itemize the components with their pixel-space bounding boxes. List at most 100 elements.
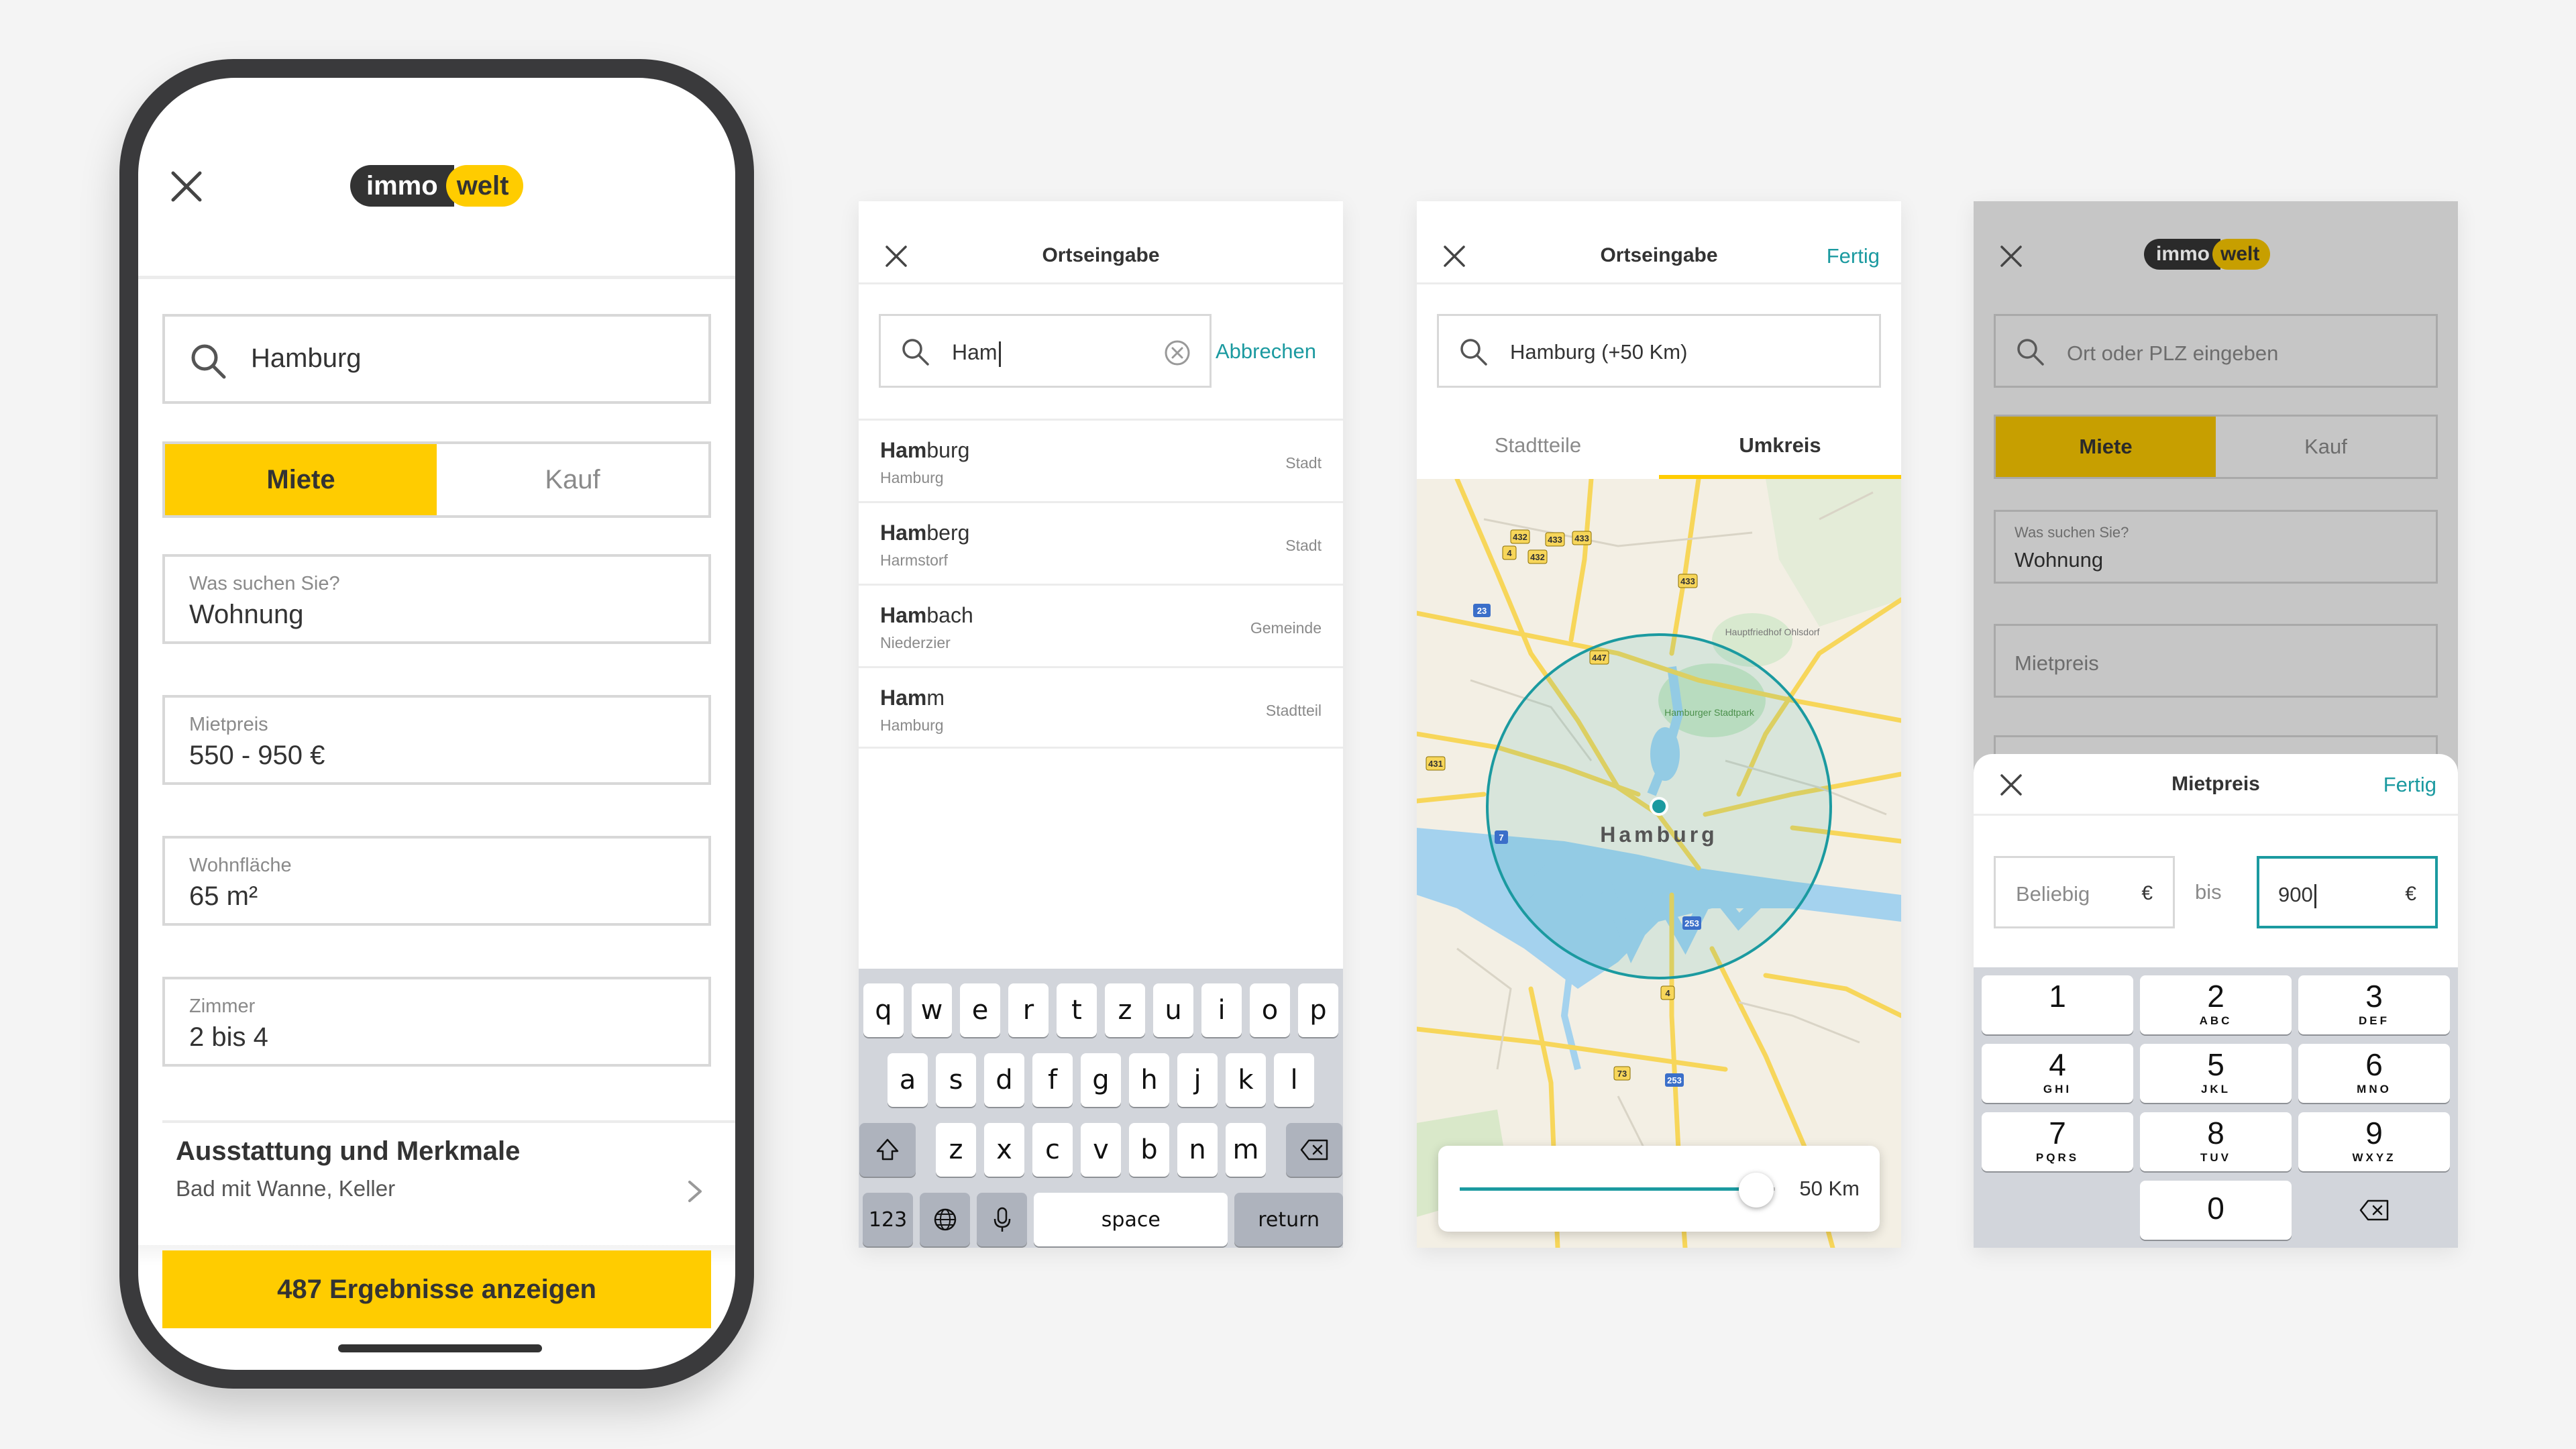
key[interactable]: c bbox=[1032, 1123, 1073, 1177]
numpad-key[interactable]: 7 PQRS bbox=[1982, 1112, 2133, 1171]
cancel-button[interactable]: Abbrechen bbox=[1216, 339, 1316, 364]
key[interactable]: g bbox=[1081, 1053, 1121, 1107]
key[interactable]: o bbox=[1250, 983, 1290, 1037]
price-min-input[interactable]: Beliebig € bbox=[1994, 856, 2175, 928]
key[interactable]: j bbox=[1177, 1053, 1218, 1107]
map-view[interactable]: Hamburg Hamburger Stadtpark Hauptfriedho… bbox=[1417, 479, 1901, 1248]
search-placeholder: Ort oder PLZ eingeben bbox=[2067, 341, 2279, 365]
tab-umkreis[interactable]: Umkreis bbox=[1659, 415, 1901, 479]
living-area-field[interactable]: Wohnfläche 65 m² bbox=[162, 836, 711, 926]
done-button[interactable]: Fertig bbox=[1827, 244, 1880, 268]
key[interactable]: f bbox=[1032, 1053, 1073, 1107]
list-item[interactable]: Hambach Niederzier Gemeinde bbox=[859, 584, 1343, 666]
list-item[interactable]: Hamberg Harmstorf Stadt bbox=[859, 501, 1343, 584]
dictation-key[interactable] bbox=[977, 1193, 1028, 1246]
key[interactable]: x bbox=[984, 1123, 1024, 1177]
numpad-key[interactable]: 9 WXYZ bbox=[2298, 1112, 2450, 1171]
tab-stadtteile[interactable]: Stadtteile bbox=[1417, 415, 1659, 479]
key[interactable]: a bbox=[888, 1053, 928, 1107]
logo-part-immo: immo bbox=[350, 165, 454, 207]
globe-key[interactable] bbox=[920, 1193, 971, 1246]
numpad-key[interactable]: 0 bbox=[2140, 1181, 2292, 1240]
rent-price-field[interactable]: Mietpreis 550 - 950 € bbox=[162, 695, 711, 785]
key[interactable]: w bbox=[912, 983, 952, 1037]
key[interactable]: e bbox=[960, 983, 1000, 1037]
logo-part-welt: welt bbox=[445, 165, 524, 207]
result-name-match: Ham bbox=[880, 438, 927, 462]
key[interactable]: p bbox=[1298, 983, 1338, 1037]
numpad-key[interactable]: 1 bbox=[1982, 975, 2133, 1034]
road-number: 253 bbox=[1667, 1075, 1682, 1085]
return-key[interactable]: return bbox=[1234, 1193, 1343, 1246]
price-max-text: 900 bbox=[2278, 883, 2316, 908]
numpad-key[interactable]: 3 DEF bbox=[2298, 975, 2450, 1034]
slider-knob[interactable] bbox=[1738, 1173, 1774, 1208]
key[interactable]: z bbox=[1105, 983, 1145, 1037]
close-icon[interactable] bbox=[166, 166, 207, 207]
property-type-field[interactable]: Was suchen Sie? Wohnung bbox=[1994, 510, 2438, 584]
key[interactable]: t bbox=[1057, 983, 1097, 1037]
numpad-letters: TUV bbox=[2200, 1151, 2231, 1164]
key[interactable]: z bbox=[936, 1123, 976, 1177]
key[interactable]: q bbox=[863, 983, 904, 1037]
numpad-key[interactable]: 8 TUV bbox=[2140, 1112, 2292, 1171]
result-name-rest: burg bbox=[926, 438, 970, 462]
features-row[interactable]: Ausstattung und Merkmale Bad mit Wanne, … bbox=[176, 1136, 706, 1237]
list-item[interactable]: Hamm Hamburg Stadtteil bbox=[859, 666, 1343, 749]
segment-kauf[interactable]: Kauf bbox=[2216, 417, 2436, 477]
location-search-input[interactable]: Hamburg (+50 Km) bbox=[1437, 314, 1881, 388]
price-bottom-sheet: Mietpreis Fertig Beliebig € bis 900 € 1 … bbox=[1974, 754, 2458, 1248]
backspace-key[interactable] bbox=[1286, 1123, 1342, 1177]
key[interactable]: l bbox=[1274, 1053, 1314, 1107]
field-value: Wohnung bbox=[2015, 548, 2104, 572]
key[interactable]: s bbox=[936, 1053, 976, 1107]
key[interactable]: r bbox=[1008, 983, 1049, 1037]
numbers-key[interactable]: 123 bbox=[863, 1193, 914, 1246]
rooms-field[interactable]: Zimmer 2 bis 4 bbox=[162, 977, 711, 1067]
result-name: Hambach bbox=[880, 603, 973, 628]
numpad-key[interactable]: 6 MNO bbox=[2298, 1044, 2450, 1103]
segment-kauf[interactable]: Kauf bbox=[437, 444, 708, 515]
done-button[interactable]: Fertig bbox=[2383, 773, 2436, 797]
result-name-match: Ham bbox=[880, 603, 927, 627]
numpad-key[interactable]: 2 ABC bbox=[2140, 975, 2292, 1034]
road-number: 433 bbox=[1548, 535, 1562, 545]
road-number: 447 bbox=[1592, 653, 1607, 663]
search-icon bbox=[902, 339, 929, 366]
key[interactable]: m bbox=[1226, 1123, 1266, 1177]
numpad-key[interactable]: 4 GHI bbox=[1982, 1044, 2133, 1103]
property-type-field[interactable]: Was suchen Sie? Wohnung bbox=[162, 554, 711, 644]
area-tabs: Stadtteile Umkreis bbox=[1417, 415, 1901, 479]
numpad-letters: PQRS bbox=[2035, 1151, 2080, 1164]
key[interactable]: k bbox=[1226, 1053, 1266, 1107]
list-item[interactable]: Hamburg Hamburg Stadt bbox=[859, 419, 1343, 501]
immowelt-logo: immo welt bbox=[350, 165, 524, 207]
show-results-button[interactable]: 487 Ergebnisse anzeigen bbox=[162, 1250, 711, 1328]
key[interactable]: d bbox=[984, 1053, 1024, 1107]
result-type: Stadtteil bbox=[1265, 702, 1322, 719]
key[interactable]: v bbox=[1081, 1123, 1121, 1177]
price-max-value: 900 bbox=[2278, 883, 2313, 906]
key[interactable]: u bbox=[1153, 983, 1193, 1037]
price-max-input[interactable]: 900 € bbox=[2257, 856, 2438, 928]
key[interactable]: b bbox=[1129, 1123, 1169, 1177]
shift-key[interactable] bbox=[859, 1123, 916, 1177]
location-search-input[interactable]: Ham bbox=[879, 314, 1212, 388]
key[interactable]: h bbox=[1129, 1053, 1169, 1107]
segment-miete[interactable]: Miete bbox=[165, 444, 437, 515]
numpad-key[interactable]: 5 JKL bbox=[2140, 1044, 2292, 1103]
numpad-digit: 7 bbox=[2049, 1116, 2066, 1150]
location-search-field[interactable]: Hamburg bbox=[162, 314, 711, 404]
road-number: 432 bbox=[1530, 552, 1545, 562]
key[interactable]: n bbox=[1177, 1123, 1218, 1177]
segment-miete[interactable]: Miete bbox=[1996, 417, 2216, 477]
location-search-input[interactable]: Ort oder PLZ eingeben bbox=[1994, 314, 2438, 388]
numpad-delete-key[interactable] bbox=[2298, 1181, 2450, 1240]
key[interactable]: i bbox=[1201, 983, 1242, 1037]
space-key[interactable]: space bbox=[1034, 1193, 1228, 1246]
location-results-list: Hamburg Hamburg Stadt Hamberg Harmstorf … bbox=[859, 419, 1343, 749]
slider-track-filled bbox=[1460, 1187, 1756, 1191]
close-icon[interactable] bbox=[1998, 243, 2025, 270]
clear-icon[interactable] bbox=[1164, 339, 1191, 366]
rent-price-field[interactable]: Mietpreis bbox=[1994, 624, 2438, 698]
